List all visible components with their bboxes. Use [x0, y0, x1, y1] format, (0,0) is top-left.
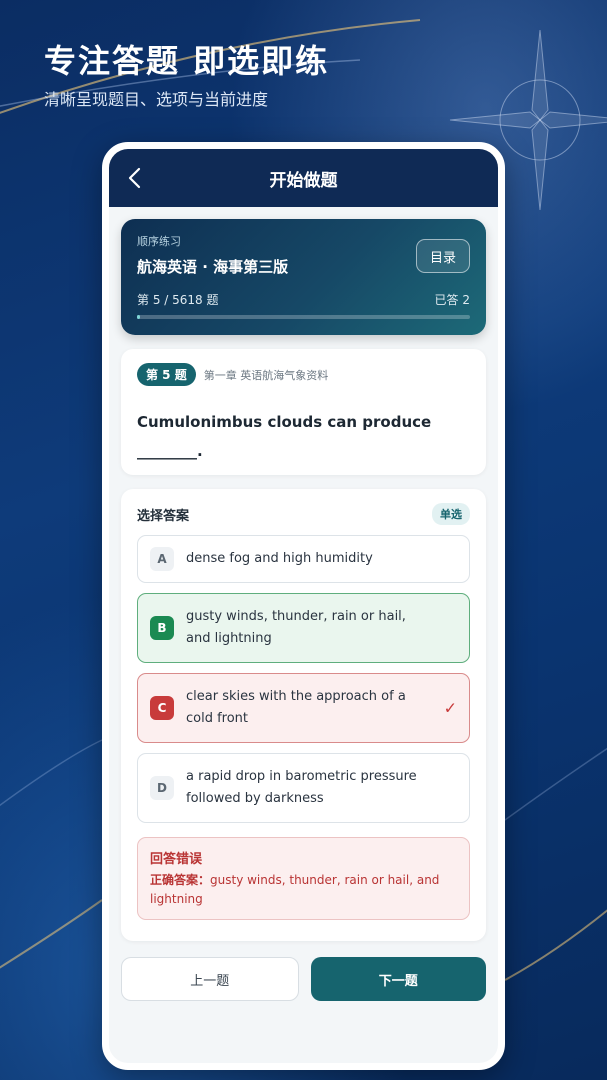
answer-result: 回答错误 正确答案：gusty winds, thunder, rain or … [137, 837, 470, 921]
question-card: 第 5 题 第一章 英语航海气象资料 Cumulonimbus clouds c… [121, 349, 486, 475]
option-c[interactable]: C clear skies with the approach of a col… [137, 673, 470, 743]
answers-card: 选择答案 单选 A dense fog and high humidity B … [121, 489, 486, 941]
chevron-left-icon [128, 167, 141, 189]
phone-frame: 开始做题 顺序练习 航海英语 · 海事第三版 目录 第 5 / 5618 题 已… [102, 142, 505, 1070]
option-letter: B [150, 616, 174, 640]
navigation-buttons: 上一题 下一题 [121, 957, 486, 1001]
nav-bar: 开始做题 [109, 149, 498, 207]
directory-button[interactable]: 目录 [416, 239, 470, 273]
answers-heading: 选择答案 [137, 508, 190, 524]
correct-answer-label: 正确答案： [150, 873, 211, 887]
selected-check-icon: ✓ [443, 698, 457, 718]
prev-question-button[interactable]: 上一题 [121, 957, 299, 1001]
correct-answer: 正确答案：gusty winds, thunder, rain or hail,… [150, 871, 457, 909]
question-number-badge: 第 5 题 [137, 363, 196, 386]
option-letter: D [150, 776, 174, 800]
question-text: Cumulonimbus clouds can produce ________… [137, 413, 432, 460]
result-title: 回答错误 [150, 852, 203, 867]
answers-header: 选择答案 单选 [137, 503, 470, 525]
progress-text: 第 5 / 5618 题 [137, 293, 219, 307]
practice-info-card: 顺序练习 航海英语 · 海事第三版 目录 第 5 / 5618 题 已答 2 [121, 219, 486, 335]
progress-row: 第 5 / 5618 题 已答 2 [137, 291, 470, 308]
question-header: 第 5 题 第一章 英语航海气象资料 [137, 363, 470, 386]
progress-fill [137, 315, 141, 319]
back-button[interactable] [121, 165, 147, 191]
option-text: a rapid drop in barometric pressure foll… [186, 768, 417, 806]
answered-count: 已答 2 [434, 293, 470, 307]
option-letter: A [150, 547, 174, 571]
option-text: dense fog and high humidity [186, 550, 373, 566]
option-b[interactable]: B gusty winds, thunder, rain or hail, an… [137, 593, 470, 663]
question-type-tag: 单选 [432, 503, 470, 525]
option-a[interactable]: A dense fog and high humidity [137, 535, 470, 583]
page-title: 开始做题 [269, 170, 338, 191]
progress-bar [137, 315, 470, 319]
option-letter: C [150, 696, 174, 720]
promo-title: 专注答题 即选即练 [44, 42, 330, 80]
option-text: gusty winds, thunder, rain or hail, and … [186, 608, 406, 646]
option-text: clear skies with the approach of a cold … [186, 688, 406, 726]
chapter-label: 第一章 英语航海气象资料 [203, 368, 329, 382]
option-d[interactable]: D a rapid drop in barometric pressure fo… [137, 753, 470, 823]
next-question-button[interactable]: 下一题 [310, 957, 486, 1001]
promo-subtitle: 清晰呈现题目、选项与当前进度 [44, 90, 269, 109]
